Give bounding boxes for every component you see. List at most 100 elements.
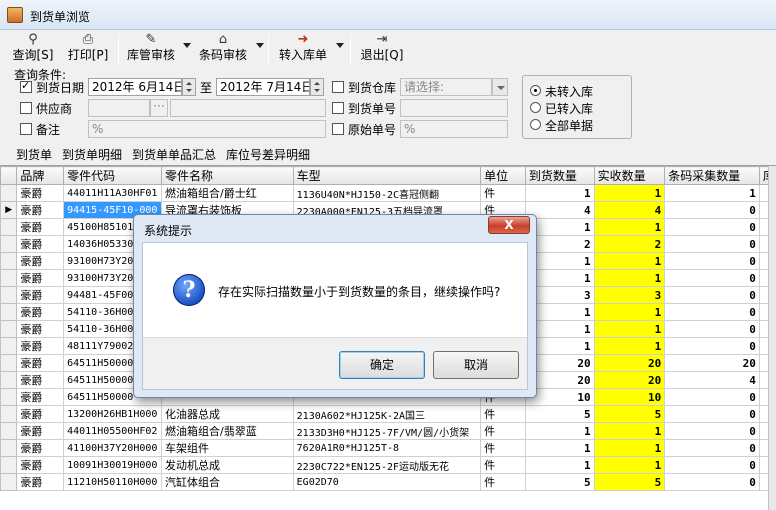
radio-transferred-label: 已转入库	[545, 102, 594, 116]
transfer-stock-dropdown-icon[interactable]	[336, 43, 344, 48]
warehouse-select[interactable]: 请选择:	[400, 78, 492, 96]
tab-item-summary[interactable]: 到货单单品汇总	[132, 146, 216, 163]
tab-arrival-detail[interactable]: 到货单明细	[62, 146, 122, 163]
supplier-name-field[interactable]	[170, 99, 326, 117]
cancel-button[interactable]: 取消	[433, 351, 519, 379]
date-from-field[interactable]: 2012年 6月14日	[88, 78, 182, 96]
barcode-qty-cell: 0	[664, 456, 760, 474]
table-row[interactable]: 豪爵 44011H11A30HF01 燃油箱组合/爵士红 1136U40N*HJ150…	[0, 184, 776, 202]
row-indicator	[0, 473, 18, 491]
received-qty-cell: 1	[593, 252, 666, 270]
arrival-qty-cell: 5	[524, 473, 595, 491]
radio-not-transferred[interactable]	[530, 85, 541, 96]
model-cell: 2130A602*HJ125K-2A国三	[292, 405, 482, 423]
warehouse-dropdown-icon[interactable]	[492, 78, 508, 96]
part-name-cell: 发动机总成	[161, 456, 294, 474]
column-header[interactable]: 实收数量	[593, 166, 666, 185]
barcode-qty-cell: 0	[664, 337, 760, 355]
brand-cell: 豪爵	[16, 286, 65, 304]
column-header[interactable]: 零件名称	[161, 166, 294, 185]
original-no-checkbox[interactable]	[332, 123, 344, 135]
barcode-qty-cell: 4	[664, 371, 760, 389]
part-name-cell: 汽缸体组合	[161, 473, 294, 491]
date-to-spinner[interactable]	[310, 78, 324, 96]
table-row[interactable]: 豪爵 13200H26HB1H000 化油器总成 2130A602*HJ125K-2A…	[0, 405, 776, 423]
arrival-no-checkbox[interactable]	[332, 102, 344, 114]
arrival-date-checkbox[interactable]	[20, 79, 32, 93]
brand-cell: 豪爵	[16, 252, 65, 270]
row-indicator	[0, 303, 18, 321]
part-name-cell: 化油器总成	[161, 405, 294, 423]
row-indicator	[0, 422, 18, 440]
exit-button[interactable]: ⇥ 退出[Q]	[358, 32, 406, 66]
brand-cell: 豪爵	[16, 337, 65, 355]
ok-button[interactable]: 确定	[339, 351, 425, 379]
part-code-cell: 13200H26HB1H000	[63, 405, 163, 423]
barcode-review-dropdown-icon[interactable]	[256, 43, 264, 48]
to-label: 至	[200, 81, 213, 95]
query-button[interactable]: ⚲ 查询[S]	[10, 32, 56, 66]
radio-all-label: 全部单据	[545, 119, 594, 133]
supplier-checkbox[interactable]	[20, 102, 32, 114]
barcode-qty-cell: 0	[664, 269, 760, 287]
brand-cell: 豪爵	[16, 218, 65, 236]
brand-cell: 豪爵	[16, 303, 65, 321]
warehouse-review-button[interactable]: ✎ 库管审核	[124, 32, 178, 66]
print-button[interactable]: ⎙ 打印[P]	[64, 32, 112, 66]
grid-header-row: 品牌 零件代码 零件名称 车型 单位 到货数量 实收数量 条码采集数量 库	[0, 166, 776, 185]
barcode-qty-cell: 0	[664, 320, 760, 338]
row-indicator	[0, 388, 18, 406]
row-indicator	[0, 439, 18, 457]
radio-all[interactable]	[530, 119, 541, 130]
part-name-cell: 车架组件	[161, 439, 294, 457]
model-cell: EG02D70	[292, 473, 482, 491]
barcode-qty-cell: 0	[664, 405, 760, 423]
received-qty-cell: 1	[593, 456, 666, 474]
radio-transferred[interactable]	[530, 102, 541, 113]
column-header[interactable]: 单位	[480, 166, 526, 185]
barcode-qty-cell: 0	[664, 218, 760, 236]
date-from-spinner[interactable]	[182, 78, 196, 96]
arrival-no-field[interactable]	[400, 99, 508, 117]
tab-arrival[interactable]: 到货单	[16, 146, 52, 163]
remark-field[interactable]: %	[88, 120, 326, 138]
part-name-cell: 燃油箱组合/爵士红	[161, 184, 294, 202]
current-row-indicator-icon: ▶	[0, 201, 18, 219]
vertical-scrollbar[interactable]	[768, 166, 776, 510]
table-row[interactable]: 豪爵 41100H37Y20H000 车架组件 7620A1R0*HJ125T-8 件 1…	[0, 439, 776, 457]
window-titlebar: 到货单浏览	[0, 0, 776, 30]
column-header[interactable]: 到货数量	[524, 166, 595, 185]
unit-cell: 件	[480, 456, 526, 474]
dialog-close-button[interactable]: X	[488, 216, 530, 234]
barcode-qty-cell: 0	[664, 388, 760, 406]
warehouse-review-dropdown-icon[interactable]	[183, 43, 191, 48]
barcode-review-button[interactable]: ⌂ 条码审核	[196, 32, 250, 66]
arrival-warehouse-checkbox[interactable]	[332, 81, 344, 93]
column-header[interactable]: 品牌	[16, 166, 65, 185]
radio-not-transferred-label: 未转入库	[545, 85, 594, 99]
toolbar-separator	[118, 34, 119, 64]
column-header[interactable]: 零件代码	[63, 166, 163, 185]
table-row[interactable]: 豪爵 11210H50110H000 汽缸体组合 EG02D70 件 5 5 0	[0, 473, 776, 491]
barcode-qty-cell: 0	[664, 286, 760, 304]
window-title: 到货单浏览	[30, 10, 91, 24]
unit-cell: 件	[480, 439, 526, 457]
model-cell: 2230C722*EN125-2F运动版无花	[292, 456, 482, 474]
column-header[interactable]: 车型	[292, 166, 482, 185]
tab-location-diff[interactable]: 库位号差异明细	[226, 146, 310, 163]
table-row[interactable]: 豪爵 44011H05500HF02 燃油箱组合/翡翠蓝 2133D3H0*HJ125…	[0, 422, 776, 440]
transfer-stock-button[interactable]: ➜ 转入库单	[276, 32, 330, 66]
original-no-field[interactable]: %	[400, 120, 508, 138]
received-qty-cell: 3	[593, 286, 666, 304]
column-header[interactable]: 条码采集数量	[664, 166, 760, 185]
brand-cell: 豪爵	[16, 354, 65, 372]
toolbar-separator	[268, 34, 269, 64]
date-to-field[interactable]: 2012年 7月14日	[216, 78, 310, 96]
unit-cell: 件	[480, 473, 526, 491]
supplier-code-field[interactable]	[88, 99, 150, 117]
row-indicator	[0, 252, 18, 270]
table-row[interactable]: 豪爵 10091H30019H000 发动机总成 2230C722*EN125-2F运…	[0, 456, 776, 474]
supplier-browse-button[interactable]: ···	[150, 99, 168, 117]
unit-cell: 件	[480, 405, 526, 423]
remark-checkbox[interactable]	[20, 123, 32, 135]
